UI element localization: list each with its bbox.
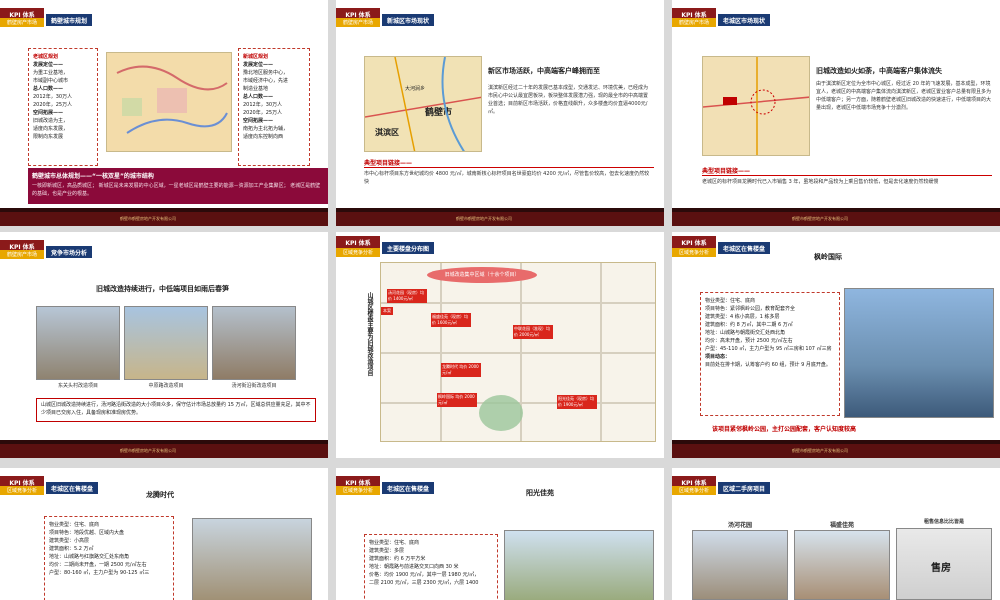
caption-zhongyuan: 中原路改造项目 [148, 383, 184, 389]
slide-title: 竞争市场分析 [46, 246, 93, 258]
slide-subtitle: 区域竞争分析 [336, 248, 380, 257]
slide-title: 新城区市场现状 [382, 14, 435, 26]
tag-longteng: 龙腾时代 均价 2000元/㎡ [441, 363, 481, 377]
photo-dongguantou [36, 306, 120, 380]
photo-fusheng [794, 530, 890, 600]
new-district-plan-box: 新城区规划 发展定位—— 豫北地区服务中心， 市域经济中心，先进 制造业基地 总… [238, 48, 310, 166]
project-info-box: 物业类型：住宅、底商 项目特色：地段优越、区域内大盘 建筑类型：小高层 建筑面积… [44, 516, 174, 600]
slide-footer: 鹤壁市鹤壁房地产开发有限公司 [672, 440, 1000, 458]
tag-fengling: 枫岭国际 均价 2000元/㎡ [437, 393, 477, 407]
old-district-plan-box: 老城区规划 发展定位—— 为重工业基地， 市域副中心城市 总人口数—— 2012… [28, 48, 98, 166]
photo-rental-sign: 售房 [896, 528, 992, 600]
project-name: 阳光佳苑 [526, 489, 554, 497]
slide-distribution-map[interactable]: KPI 体系 主要楼盘分布图 区域竞争分析 山城区楼盘主要为旧城改造项目 旧城改… [336, 232, 664, 458]
slide-title: 老城区在售楼盘 [718, 242, 771, 254]
project-info-box: 物业类型：住宅、底商 项目特色：紧邻枫岭公园，教育配套齐全 建筑类型：4 栋小高… [700, 292, 840, 416]
section-heading: 新区市场活跃，中高端客户峰拥而至 [488, 67, 600, 75]
slide-old-district[interactable]: KPI 体系 老城区市场现状 鹤壁房产市场 旧城改造如火如荼，中高端客户集体流失… [672, 0, 1000, 226]
slide-title: 鹤壁城市规划 [46, 14, 93, 26]
project-name: 龙腾时代 [146, 491, 174, 499]
vertical-title: 山城区楼盘主要为旧城改造项目 [366, 292, 373, 376]
tag-zhonglian: 中联花园（准现）均价 2000元/㎡ [513, 325, 553, 339]
slide-title: 老城区在售楼盘 [46, 482, 99, 494]
old-district-map [702, 56, 810, 156]
caption-dongguantou: 东关头村改造项目 [57, 383, 98, 389]
map-roads [365, 57, 481, 151]
project-footnote: 该项目紧邻枫岭公园，主打公园配套，客户认知度较高 [712, 426, 857, 433]
slide-city-planning[interactable]: KPI 体系 鹤壁城市规划 鹤壁房产市场 老城区规划 发展定位—— 为重工业基地… [0, 0, 328, 226]
case-link: 典型项目链接—— 老城区的标杆项目龙腾时代已入市销售 3 年，虽地段和产品较为上… [702, 166, 992, 186]
photo-zhongyuan [124, 306, 208, 380]
slide-subtitle: 区域竞争分析 [0, 486, 44, 495]
project-distribution-map: 旧城改造集中区域（十余个项目） 汤河花园（现房）均价 1400元/㎡ 福盛佳苑（… [380, 262, 656, 442]
sale-sign: 售房 [931, 563, 951, 574]
old-city-oval: 旧城改造集中区域（十余个项目） [427, 267, 537, 283]
project-photo [504, 530, 654, 600]
slide-competition[interactable]: KPI 体系 竞争市场分析 鹤壁房产市场 旧城改造持续进行，中低端项目如雨后春笋… [0, 232, 328, 458]
slide-footer: 鹤壁市鹤壁房地产开发有限公司 [336, 208, 664, 226]
slide-yangguang[interactable]: KPI 体系 老城区在售楼盘 区域竞争分析 阳光佳苑 物业类型：住宅、底商 建筑… [336, 468, 664, 600]
slide-subtitle: 鹤壁房产市场 [0, 250, 44, 259]
slide-subtitle: 区域竞争分析 [336, 486, 380, 495]
slide-subtitle: 鹤壁房产市场 [0, 18, 44, 27]
tag-this-project: 本案 [381, 307, 393, 315]
slide-fengling[interactable]: KPI 体系 老城区在售楼盘 区域竞争分析 枫岭国际 物业类型：住宅、底商 项目… [672, 232, 1000, 458]
slide-title: 主要楼盘分布图 [382, 242, 435, 254]
map-roads [703, 57, 809, 155]
project-photo [844, 288, 994, 418]
slide-second-hand[interactable]: KPI 体系 区域二手房项目 区域竞争分析 汤河花园 福盛佳苑 租售信息比比皆是… [672, 468, 1000, 600]
caption-tanghe-garden: 汤河花园 [727, 522, 752, 529]
slide-subtitle: 区域竞争分析 [672, 248, 716, 257]
section-paragraph: 由于淇滨新区定位为全市中心城区，经过近 20 年的飞速发展，基本成型，环境宜人，… [816, 81, 992, 111]
section-heading: 旧城改造如火如荼，中高端客户集体流失 [816, 67, 942, 75]
project-photo [192, 518, 312, 600]
summary-box: 山城区旧城改造持续进行，汤河路沿街改造的大小项目众多，保守估计市场总放量约 15… [36, 398, 316, 422]
case-link: 典型项目链接—— 市中心标杆项目东方世纪城均价 4800 元/㎡，城南新核心标杆… [364, 158, 654, 186]
caption-rental-info: 租售信息比比皆是 [923, 519, 964, 525]
slide-footer: 鹤壁市鹤壁房地产开发有限公司 [0, 440, 328, 458]
tag-fusheng: 福盛佳苑（现房）均价 1600元/㎡ [431, 313, 471, 327]
section-paragraph: 淇滨新区经过二十年的发展已基本成型，交通发达、环境优美，已经成为市民心中公认最宜… [488, 85, 649, 115]
photo-tanghe-garden [692, 530, 788, 600]
slide-subtitle: 区域竞争分析 [672, 486, 716, 495]
planning-banner: 鹤壁城市总体规划——“一核双星”的城市结构 一核即新城区，高品质城区； 新城区是… [28, 168, 328, 204]
slide-title: 老城区市场现状 [718, 14, 771, 26]
slide-title: 老城区在售楼盘 [382, 482, 435, 494]
slide-footer: 鹤壁市鹤壁房地产开发有限公司 [0, 208, 328, 226]
caption-tanghe: 汤河街沿街改造项目 [231, 383, 277, 389]
slide-subtitle: 鹤壁房产市场 [336, 18, 380, 27]
city-plan-map [106, 52, 232, 152]
caption-fusheng: 福盛佳苑 [829, 522, 854, 529]
project-name: 枫岭国际 [814, 253, 842, 261]
slide-new-district[interactable]: KPI 体系 新城区市场现状 鹤壁房产市场 大河涧乡 鹤壁市 淇滨区 新区市场活… [336, 0, 664, 226]
tag-tanghe: 汤河花园（现房）均价 1400元/㎡ [387, 289, 427, 303]
slide-title: 区域二手房项目 [718, 482, 771, 494]
slide-longteng[interactable]: KPI 体系 老城区在售楼盘 区域竞争分析 龙腾时代 物业类型：住宅、底商 项目… [0, 468, 328, 600]
new-district-map: 大河涧乡 鹤壁市 淇滨区 [364, 56, 482, 152]
slide-footer: 鹤壁市鹤壁房地产开发有限公司 [672, 208, 1000, 226]
project-info-box: 物业类型：住宅、底商 建筑类型：多层 建筑面积：约 6 万平方米 地址：朝霞路与… [364, 534, 498, 600]
photo-tanghe [212, 306, 296, 380]
map-graphic [116, 65, 228, 134]
slide-subtitle: 鹤壁房产市场 [672, 18, 716, 27]
tag-yangguang: 阳光佳苑（现房）均价 1900元/㎡ [557, 395, 597, 409]
section-heading: 旧城改造持续进行，中低端项目如雨后春笋 [96, 285, 229, 293]
